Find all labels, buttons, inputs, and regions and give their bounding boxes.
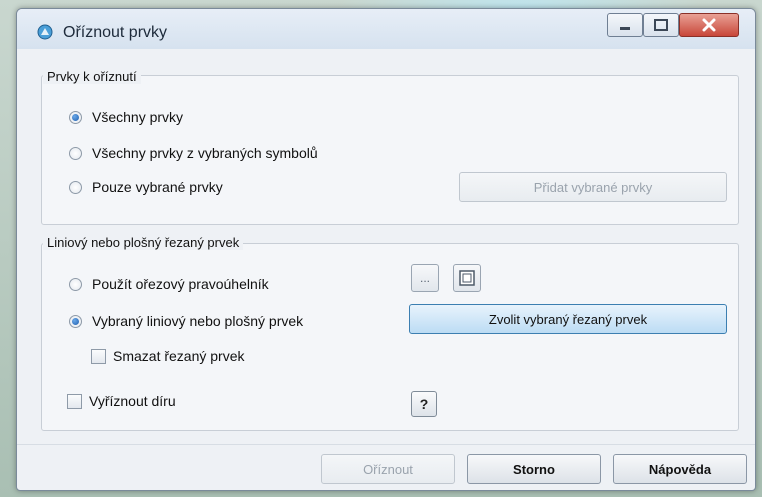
maximize-button[interactable] <box>643 13 679 37</box>
window-title: Oříznout prvky <box>63 24 168 41</box>
checkbox-box[interactable] <box>91 348 106 364</box>
cutter-feature-legend: Liniový nebo plošný řezaný prvek <box>43 235 244 250</box>
radio-label: Použít ořezový pravoúhelník <box>92 276 269 292</box>
rectangle-icon <box>459 270 475 286</box>
radio-use-clip-rectangle[interactable]: Použít ořezový pravoúhelník <box>69 276 269 292</box>
features-to-clip-legend: Prvky k oříznutí <box>43 69 141 84</box>
checkbox-box[interactable] <box>67 393 82 409</box>
checkbox-label: Smazat řezaný prvek <box>113 348 245 364</box>
radio-circle[interactable] <box>69 180 82 194</box>
minimize-button[interactable] <box>607 13 643 37</box>
radio-selected-features-only[interactable]: Pouze vybrané prvky <box>69 179 223 195</box>
minimize-icon <box>620 27 630 30</box>
rectangle-draw-button[interactable] <box>453 264 481 292</box>
radio-features-from-selected-symbols[interactable]: Všechny prvky z vybraných symbolů <box>69 145 318 161</box>
radio-all-features[interactable]: Všechny prvky <box>69 109 183 125</box>
ellipsis-button[interactable]: ... <box>411 264 439 292</box>
clip-features-dialog: Oříznout prvky Prvky k oříznutí Všechny … <box>16 8 756 491</box>
radio-circle[interactable] <box>69 277 82 291</box>
add-selected-features-button[interactable]: Přidat vybrané prvky <box>459 172 727 202</box>
radio-label: Pouze vybrané prvky <box>92 179 223 195</box>
maximize-icon <box>654 19 668 31</box>
app-icon <box>37 24 53 40</box>
footer-divider <box>17 444 755 445</box>
radio-label: Všechny prvky <box>92 109 184 125</box>
checkbox-cut-hole[interactable]: Vyříznout díru <box>67 393 176 409</box>
close-icon <box>702 18 716 32</box>
radio-circle[interactable] <box>69 146 82 160</box>
radio-label: Všechny prvky z vybraných symbolů <box>92 145 318 161</box>
clip-ok-button[interactable]: Oříznout <box>321 454 455 484</box>
checkbox-delete-cutter[interactable]: Smazat řezaný prvek <box>91 348 245 364</box>
radio-circle[interactable] <box>69 110 82 124</box>
help-button[interactable]: ? <box>411 391 437 417</box>
radio-label: Vybraný liniový nebo plošný prvek <box>92 313 304 329</box>
radio-circle[interactable] <box>69 314 82 328</box>
choose-selected-cutter-button[interactable]: Zvolit vybraný řezaný prvek <box>409 304 727 334</box>
close-button[interactable] <box>679 13 739 37</box>
title-bar: Oříznout prvky <box>17 9 755 49</box>
radio-selected-line-or-polygon[interactable]: Vybraný liniový nebo plošný prvek <box>69 313 303 329</box>
cancel-button[interactable]: Storno <box>467 454 601 484</box>
checkbox-label: Vyříznout díru <box>89 393 176 409</box>
help-footer-button[interactable]: Nápověda <box>613 454 747 484</box>
